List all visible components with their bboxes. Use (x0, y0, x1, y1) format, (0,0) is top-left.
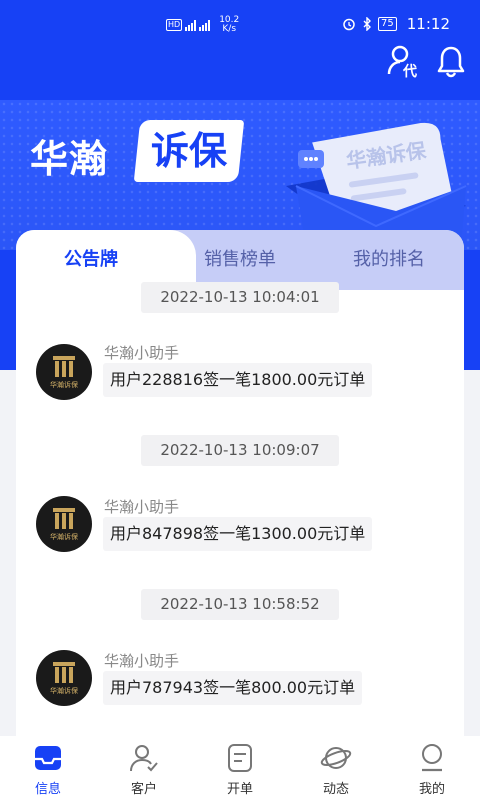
message-sender: 华瀚小助手 (104, 498, 180, 516)
nav-mine[interactable]: 我的 (384, 736, 480, 800)
message-sender: 华瀚小助手 (104, 344, 180, 362)
promo-banner: 华瀚 诉保 华瀚诉保 (0, 100, 480, 250)
planet-icon (320, 747, 352, 769)
bell-icon[interactable] (434, 44, 468, 78)
profile-icon (422, 744, 442, 772)
customer-icon (130, 745, 158, 772)
avatar-text: 华瀚诉保 (50, 380, 78, 389)
message-time: 2022-10-13 10:04:01 (141, 282, 339, 313)
nav-feed[interactable]: 动态 (288, 736, 384, 800)
status-left: HD 10.2 K/s (166, 16, 239, 34)
nav-label: 开单 (226, 782, 253, 797)
network-speed: 10.2 K/s (219, 16, 239, 34)
signal-icon (185, 19, 197, 31)
message-text: 用户787943签一笔800.00元订单 (103, 671, 363, 705)
user-agent-icon[interactable]: 代 (386, 44, 420, 78)
logo-icon: 华瀚诉保 (50, 508, 78, 541)
tab-bulletin[interactable]: 公告牌 (16, 230, 166, 290)
speed-unit: K/s (222, 24, 237, 34)
message-sender: 华瀚小助手 (104, 652, 180, 670)
bluetooth-icon (363, 17, 372, 31)
alarm-icon (343, 18, 355, 31)
message-text: 用户228816签一笔1800.00元订单 (103, 363, 373, 397)
network-type: HD (166, 19, 183, 31)
tab-my-rank[interactable]: 我的排名 (314, 230, 464, 290)
clock: 11:12 (406, 15, 450, 33)
signal2-icon (199, 19, 211, 31)
inbox-icon (35, 746, 61, 770)
avatar-text: 华瀚诉保 (50, 686, 78, 695)
nav-label: 客户 (130, 782, 157, 797)
tab-bar: 公告牌 销售榜单 我的排名 (16, 230, 464, 292)
nav-label: 我的 (418, 782, 445, 797)
notice-card: 公告牌 销售榜单 我的排名 2022-10-13 10:04:01 华瀚诉保 华… (16, 230, 464, 736)
avatar-text: 华瀚诉保 (50, 532, 78, 541)
brand-name-left: 华瀚 (30, 137, 109, 181)
nav-customer[interactable]: 客户 (96, 736, 192, 800)
message-text: 用户847898签一笔1300.00元订单 (103, 517, 373, 551)
avatar: 华瀚诉保 (36, 344, 92, 400)
tab-sales-ranking[interactable]: 销售榜单 (166, 230, 314, 290)
brand-name-right-box: 诉保 (133, 120, 245, 182)
agent-label: 代 (402, 63, 417, 78)
status-bar: HD 10.2 K/s 75 11:12 (0, 0, 480, 44)
logo-icon: 华瀚诉保 (50, 356, 78, 389)
battery-level: 75 (378, 17, 397, 31)
brand-name-right: 诉保 (150, 129, 227, 173)
logo-icon: 华瀚诉保 (50, 662, 78, 695)
nav-info[interactable]: 信息 (0, 736, 96, 800)
avatar: 华瀚诉保 (36, 650, 92, 706)
message-time: 2022-10-13 10:09:07 (141, 435, 339, 466)
avatar: 华瀚诉保 (36, 496, 92, 552)
status-right: 75 11:12 (342, 15, 450, 33)
nav-label: 动态 (322, 782, 349, 797)
nav-label: 信息 (34, 782, 61, 797)
order-icon (228, 744, 252, 772)
message-time: 2022-10-13 10:58:52 (141, 589, 339, 620)
bottom-nav: 信息 客户 开单 动态 我的 (0, 736, 480, 800)
nav-order[interactable]: 开单 (192, 736, 288, 800)
